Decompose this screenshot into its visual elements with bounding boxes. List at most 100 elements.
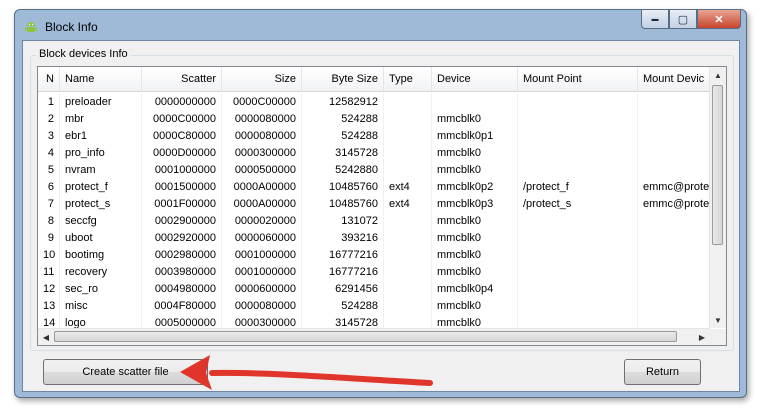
cell-size: 0000A00000 bbox=[222, 196, 302, 213]
minimize-button[interactable]: ▬ bbox=[641, 10, 669, 29]
cell-size: 0000080000 bbox=[222, 128, 302, 145]
table-row[interactable]: 5 nvram 0001000000 0000500000 5242880 mmcblk0 bbox=[38, 162, 710, 179]
create-scatter-file-button[interactable]: Create scatter file bbox=[43, 359, 208, 385]
scroll-right-arrow-icon[interactable]: ▶ bbox=[694, 329, 710, 345]
cell-name: sec_ro bbox=[60, 281, 142, 298]
cell-size: 0001000000 bbox=[222, 264, 302, 281]
cell-n: 1 bbox=[38, 94, 60, 111]
cell-scatter: 0000C00000 bbox=[142, 111, 222, 128]
close-button[interactable]: ✕ bbox=[697, 10, 741, 29]
table-row[interactable]: 10 bootimg 0002980000 0001000000 16777216 mmc… bbox=[38, 247, 710, 264]
table-row[interactable]: 13 misc 0004F80000 0000080000 524288 mmcblk0 bbox=[38, 298, 710, 315]
block-devices-list[interactable]: N Name Scatter Size Byte Size Type Devic… bbox=[37, 66, 727, 346]
cell-device: mmcblk0 bbox=[432, 145, 518, 162]
block-info-window: Block Info ▬ ▢ ✕ Block devices Info N Na… bbox=[14, 9, 747, 398]
cell-byte-size: 16777216 bbox=[302, 264, 384, 281]
cell-device bbox=[432, 94, 518, 111]
column-header-device[interactable]: Device bbox=[432, 67, 518, 91]
return-button[interactable]: Return bbox=[624, 359, 701, 385]
cell-scatter: 0000000000 bbox=[142, 94, 222, 111]
cell-byte-size: 393216 bbox=[302, 230, 384, 247]
scroll-up-arrow-icon[interactable]: ▲ bbox=[710, 67, 726, 83]
maximize-button[interactable]: ▢ bbox=[669, 10, 697, 29]
cell-device: mmcblk0 bbox=[432, 230, 518, 247]
cell-size: 0000060000 bbox=[222, 230, 302, 247]
column-header-n[interactable]: N bbox=[38, 67, 60, 91]
cell-byte-size: 524288 bbox=[302, 111, 384, 128]
cell-byte-size: 12582912 bbox=[302, 94, 384, 111]
scroll-left-arrow-icon[interactable]: ◀ bbox=[38, 329, 54, 345]
maximize-icon: ▢ bbox=[677, 13, 689, 26]
cell-byte-size: 6291456 bbox=[302, 281, 384, 298]
table-row[interactable]: 7 protect_s 0001F00000 0000A00000 10485760 ex… bbox=[38, 196, 710, 213]
cell-n: 10 bbox=[38, 247, 60, 264]
cell-mount-point bbox=[518, 162, 638, 179]
vertical-scroll-thumb[interactable] bbox=[712, 85, 723, 245]
table-row[interactable]: 11 recovery 0003980000 0001000000 16777216 mm… bbox=[38, 264, 710, 281]
cell-type bbox=[384, 230, 432, 247]
column-header-mount-device[interactable]: Mount Devic bbox=[638, 67, 710, 91]
cell-size: 0000500000 bbox=[222, 162, 302, 179]
table-row[interactable]: 1 preloader 0000000000 0000C00000 12582912 bbox=[38, 94, 710, 111]
table-row[interactable]: 4 pro_info 0000D00000 0000300000 3145728 mmcb… bbox=[38, 145, 710, 162]
cell-n: 12 bbox=[38, 281, 60, 298]
cell-size: 0000080000 bbox=[222, 111, 302, 128]
cell-n: 13 bbox=[38, 298, 60, 315]
cell-scatter: 0001F00000 bbox=[142, 196, 222, 213]
cell-byte-size: 131072 bbox=[302, 213, 384, 230]
cell-scatter: 0002920000 bbox=[142, 230, 222, 247]
cell-name: recovery bbox=[60, 264, 142, 281]
cell-name: ebr1 bbox=[60, 128, 142, 145]
cell-size: 0000600000 bbox=[222, 281, 302, 298]
column-header-byte-size[interactable]: Byte Size bbox=[302, 67, 384, 91]
table-row[interactable]: 3 ebr1 0000C80000 0000080000 524288 mmcblk0p1 bbox=[38, 128, 710, 145]
cell-size: 0000C00000 bbox=[222, 94, 302, 111]
cell-mount-device bbox=[638, 128, 710, 145]
cell-name: misc bbox=[60, 298, 142, 315]
cell-mount-device bbox=[638, 111, 710, 128]
cell-name: seccfg bbox=[60, 213, 142, 230]
cell-device: mmcblk0 bbox=[432, 247, 518, 264]
block-devices-group: Block devices Info N Name Scatter Size B… bbox=[30, 48, 734, 351]
cell-device: mmcblk0p1 bbox=[432, 128, 518, 145]
cell-mount-device bbox=[638, 264, 710, 281]
column-header-mount-point[interactable]: Mount Point bbox=[518, 67, 638, 91]
cell-scatter: 0003980000 bbox=[142, 264, 222, 281]
cell-mount-point bbox=[518, 230, 638, 247]
column-header-name[interactable]: Name bbox=[60, 67, 142, 91]
cell-size: 0000020000 bbox=[222, 213, 302, 230]
cell-mount-device bbox=[638, 230, 710, 247]
table-row[interactable]: 8 seccfg 0002900000 0000020000 131072 mmcblk0 bbox=[38, 213, 710, 230]
cell-type bbox=[384, 298, 432, 315]
cell-device: mmcblk0 bbox=[432, 298, 518, 315]
table-row[interactable]: 6 protect_f 0001500000 0000A00000 10485760 ex… bbox=[38, 179, 710, 196]
cell-mount-point: /protect_s bbox=[518, 196, 638, 213]
cell-mount-device bbox=[638, 145, 710, 162]
horizontal-scrollbar[interactable]: ◀ ▶ bbox=[38, 328, 710, 345]
column-header-scatter[interactable]: Scatter bbox=[142, 67, 222, 91]
cell-mount-device: emmc@prote bbox=[638, 179, 710, 196]
cell-scatter: 0001500000 bbox=[142, 179, 222, 196]
table-row[interactable]: 12 sec_ro 0004980000 0000600000 6291456 mmcbl… bbox=[38, 281, 710, 298]
cell-byte-size: 16777216 bbox=[302, 247, 384, 264]
window-controls: ▬ ▢ ✕ bbox=[641, 10, 741, 30]
cell-device: mmcblk0p2 bbox=[432, 179, 518, 196]
vertical-scrollbar[interactable]: ▲ ▼ bbox=[709, 67, 726, 328]
column-header-size[interactable]: Size bbox=[222, 67, 302, 91]
minimize-icon: ▬ bbox=[651, 15, 659, 23]
scroll-down-arrow-icon[interactable]: ▼ bbox=[710, 312, 726, 328]
table-row[interactable]: 9 uboot 0002920000 0000060000 393216 mmcblk0 bbox=[38, 230, 710, 247]
table-row[interactable]: 2 mbr 0000C00000 0000080000 524288 mmcblk0 bbox=[38, 111, 710, 128]
cell-mount-point bbox=[518, 264, 638, 281]
cell-byte-size: 524288 bbox=[302, 298, 384, 315]
cell-device: mmcblk0 bbox=[432, 213, 518, 230]
cell-scatter: 0000C80000 bbox=[142, 128, 222, 145]
cell-mount-device bbox=[638, 213, 710, 230]
column-header-type[interactable]: Type bbox=[384, 67, 432, 91]
cell-n: 5 bbox=[38, 162, 60, 179]
cell-device: mmcblk0 bbox=[432, 111, 518, 128]
cell-scatter: 0000D00000 bbox=[142, 145, 222, 162]
cell-scatter: 0004980000 bbox=[142, 281, 222, 298]
horizontal-scroll-thumb[interactable] bbox=[54, 331, 677, 342]
title-bar[interactable]: Block Info ▬ ▢ ✕ bbox=[15, 10, 746, 40]
